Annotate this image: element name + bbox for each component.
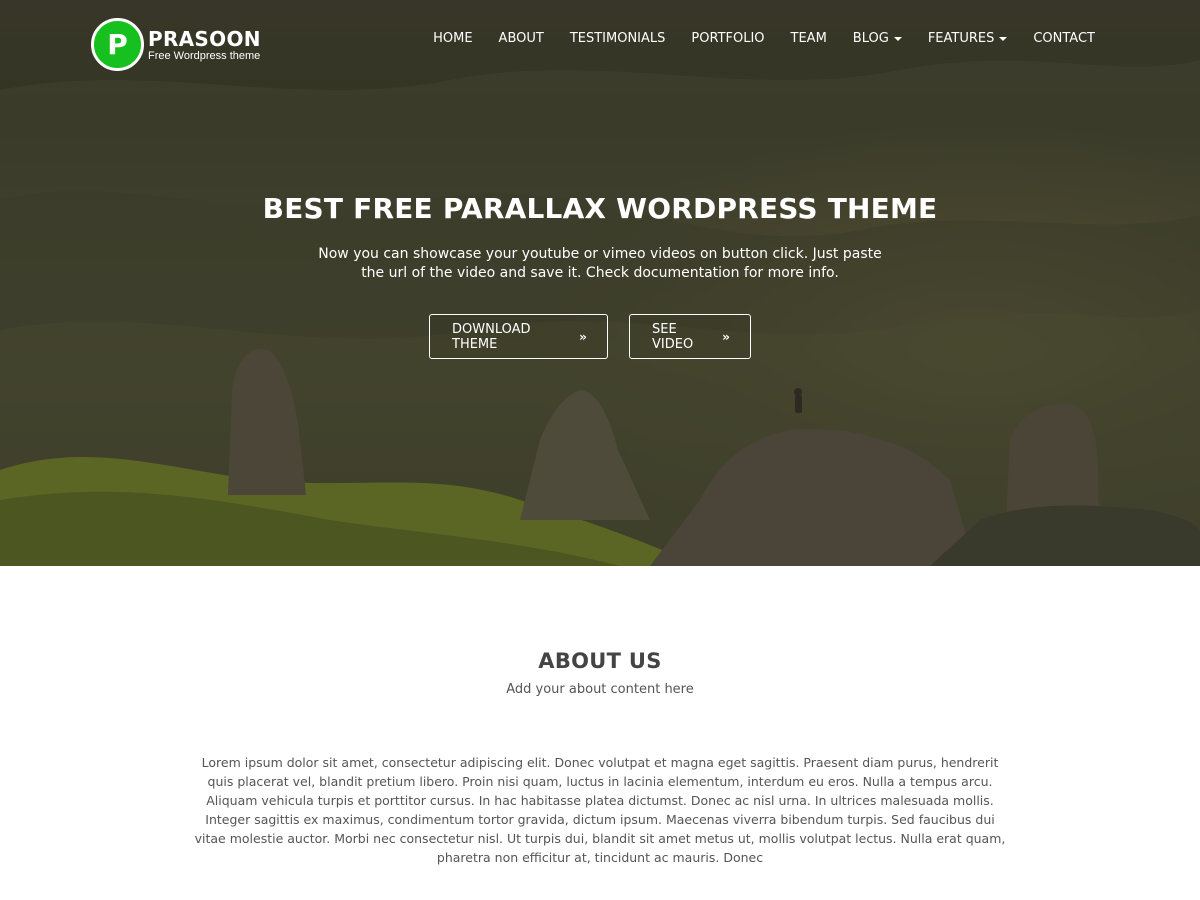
about-title: ABOUT US: [0, 649, 1200, 673]
see-video-button[interactable]: SEE VIDEO ››: [629, 314, 751, 359]
about-title-light: US: [628, 649, 662, 673]
nav-item-home[interactable]: HOME: [420, 31, 485, 47]
nav-item-label: HOME: [433, 31, 473, 46]
nav-item-team[interactable]: TEAM: [778, 31, 840, 47]
main-nav: HOME ABOUT TESTIMONIALS PORTFOLIO TEAM B…: [420, 31, 1095, 47]
nav-item-about[interactable]: ABOUT: [486, 31, 557, 47]
hero-buttons: DOWNLOAD THEME ›› SEE VIDEO ››: [429, 314, 751, 359]
nav-item-label: ABOUT: [498, 31, 544, 46]
about-title-strong: ABOUT: [538, 649, 622, 673]
nav-item-blog[interactable]: BLOG: [840, 31, 915, 47]
nav-item-label: TEAM: [790, 31, 827, 46]
about-section: ABOUT US Add your about content here Lor…: [0, 566, 1200, 900]
hero-section: P PRASOON Free Wordpress theme HOME ABOU…: [0, 0, 1200, 566]
site-logo[interactable]: P PRASOON Free Wordpress theme: [91, 18, 261, 71]
hero-background-image: [0, 60, 1200, 566]
nav-item-label: BLOG: [852, 31, 889, 46]
download-theme-label: DOWNLOAD THEME: [452, 321, 531, 352]
nav-item-features[interactable]: FEATURES: [915, 31, 1021, 47]
hero-title: BEST FREE PARALLAX WORDPRESS THEME: [262, 192, 938, 225]
double-chevron-right-icon: ››: [722, 329, 730, 344]
about-body-text: Lorem ipsum dolor sit amet, consectetur …: [194, 755, 1006, 865]
site-tagline: Free Wordpress theme: [148, 49, 261, 62]
caret-down-icon: [893, 37, 902, 41]
nav-item-label: PORTFOLIO: [691, 31, 765, 46]
nav-item-label: FEATURES: [927, 31, 995, 46]
nav-item-portfolio[interactable]: PORTFOLIO: [678, 31, 777, 47]
download-theme-button[interactable]: DOWNLOAD THEME ››: [429, 314, 608, 359]
see-video-label: SEE VIDEO: [652, 321, 694, 352]
site-name: PRASOON: [148, 26, 261, 51]
nav-item-contact[interactable]: CONTACT: [1020, 31, 1095, 47]
caret-down-icon: [999, 37, 1008, 41]
logo-text: PRASOON Free Wordpress theme: [148, 28, 261, 62]
nav-item-testimonials[interactable]: TESTIMONIALS: [557, 31, 679, 47]
nav-item-label: TESTIMONIALS: [569, 31, 666, 46]
nav-item-label: CONTACT: [1033, 31, 1095, 46]
double-chevron-right-icon: ››: [579, 329, 587, 344]
about-subtitle: Add your about content here: [506, 682, 694, 697]
logo-badge: P: [91, 18, 144, 71]
hero-subtitle: Now you can showcase your youtube or vim…: [318, 246, 882, 281]
